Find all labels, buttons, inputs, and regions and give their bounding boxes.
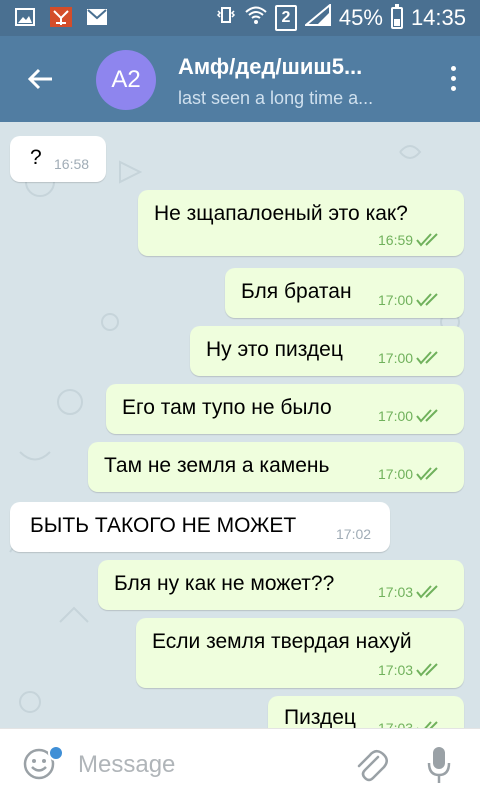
message-bubble-outgoing[interactable]: Не зщапалоеный это как? 16:59 [138,190,464,256]
message-bubble-outgoing[interactable]: Его там тупо не было 17:00 [106,384,464,434]
message-time: 17:00 [378,466,442,482]
message-time: 17:00 [378,292,442,308]
paperclip-icon [357,750,388,782]
signal-icon [303,2,331,32]
microphone-button[interactable] [426,745,452,785]
message-bubble-outgoing[interactable]: Пиздец 17:03 [268,696,464,728]
app-notification-icon [50,6,72,28]
message-time: 16:59 [378,232,442,248]
message-text: Его там тупо не было [122,396,332,419]
last-seen-status: last seen a long time a... [178,88,374,108]
message-text: БЫТЬ ТАКОГО НЕ МОЖЕТ [30,514,297,537]
sim-badge: 2 [274,5,297,31]
message-text: Бля братан [241,280,352,303]
clock: 14:35 [410,5,466,30]
double-check-icon [416,663,438,677]
attach-button[interactable] [354,747,388,783]
message-list[interactable]: ? 16:58 Не зщапалоеный это как? 16:59 Бл… [0,122,480,728]
vibrate-icon [215,5,237,31]
double-check-icon [416,585,438,599]
message-text: Ну это пиздец [206,338,343,361]
message-bubble-outgoing[interactable]: Бля братан 17:00 [225,268,464,318]
message-time: 17:03 [378,720,442,728]
message-time: 17:00 [378,350,442,366]
message-time: 17:03 [378,662,442,678]
arrow-left-icon [27,68,52,90]
gallery-notification-icon [14,6,36,28]
wifi-icon [245,5,267,31]
double-check-icon [416,233,438,247]
message-bubble-outgoing[interactable]: Если земля твердая нахуй 17:03 [136,618,464,688]
message-bubble-incoming[interactable]: БЫТЬ ТАКОГО НЕ МОЖЕТ 17:02 [10,502,390,552]
message-time: 17:02 [336,526,372,542]
more-menu-button[interactable] [448,66,458,96]
message-text: Не зщапалоеный это как? [154,202,408,225]
double-check-icon [417,721,438,728]
double-check-icon [416,351,438,365]
battery-icon [390,4,403,29]
message-bubble-incoming[interactable]: ? 16:58 [10,136,106,182]
double-check-icon [416,409,438,423]
message-time: 17:00 [378,408,442,424]
message-text: Там не земля а камень [104,454,330,477]
notification-dot [48,745,64,761]
double-check-icon [416,467,438,481]
message-text: ? [30,146,42,169]
message-composer [0,728,480,800]
message-bubble-outgoing[interactable]: Бля ну как не может?? 17:03 [98,560,464,610]
message-time: 17:03 [378,584,442,600]
message-input[interactable] [78,749,318,781]
message-bubble-outgoing[interactable]: Ну это пиздец 17:00 [190,326,464,376]
status-bar: 2 45% 14:35 [0,0,480,36]
battery-percent: 45% [338,5,383,30]
message-time: 16:58 [54,156,90,172]
message-text: Если земля твердая нахуй [152,630,412,653]
mail-notification-icon [86,6,108,28]
microphone-icon [427,747,451,783]
message-text: Бля ну как не может?? [114,572,335,595]
message-text: Пиздец [284,706,356,728]
chat-title[interactable]: Амф/дед/шиш5... [178,54,362,80]
avatar[interactable]: A2 [96,50,156,110]
chat-header: A2 Амф/дед/шиш5... last seen a long time… [0,36,480,122]
double-check-icon [416,293,438,307]
more-vertical-icon [450,66,456,71]
back-button[interactable] [24,62,58,96]
message-bubble-outgoing[interactable]: Там не земля а камень 17:00 [88,442,464,492]
